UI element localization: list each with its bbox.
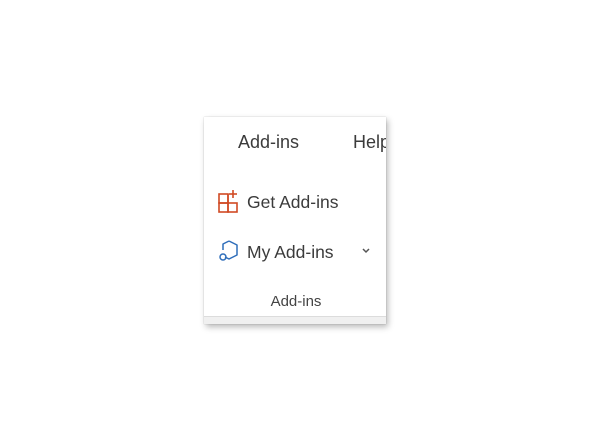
my-add-ins-label: My Add-ins bbox=[247, 241, 334, 262]
get-add-ins-button[interactable]: Get Add-ins bbox=[216, 187, 338, 217]
group-label-text: Add-ins bbox=[270, 293, 322, 310]
ribbon-bottom-border bbox=[204, 316, 386, 324]
group-label-add-ins: Add-ins bbox=[204, 293, 386, 310]
tab-help[interactable]: Help bbox=[353, 131, 386, 153]
tab-add-ins[interactable]: Add-ins bbox=[238, 131, 299, 153]
get-addins-icon bbox=[216, 188, 244, 216]
ribbon-panel: Add-ins Help Get Add-ins My Add-ins Add-… bbox=[204, 117, 386, 324]
chevron-down-icon[interactable] bbox=[359, 244, 373, 258]
my-add-ins-button[interactable]: My Add-ins bbox=[216, 237, 334, 267]
get-add-ins-label: Get Add-ins bbox=[247, 191, 339, 212]
my-addins-icon bbox=[216, 238, 244, 266]
stage: Add-ins Help Get Add-ins My Add-ins Add-… bbox=[0, 0, 590, 440]
